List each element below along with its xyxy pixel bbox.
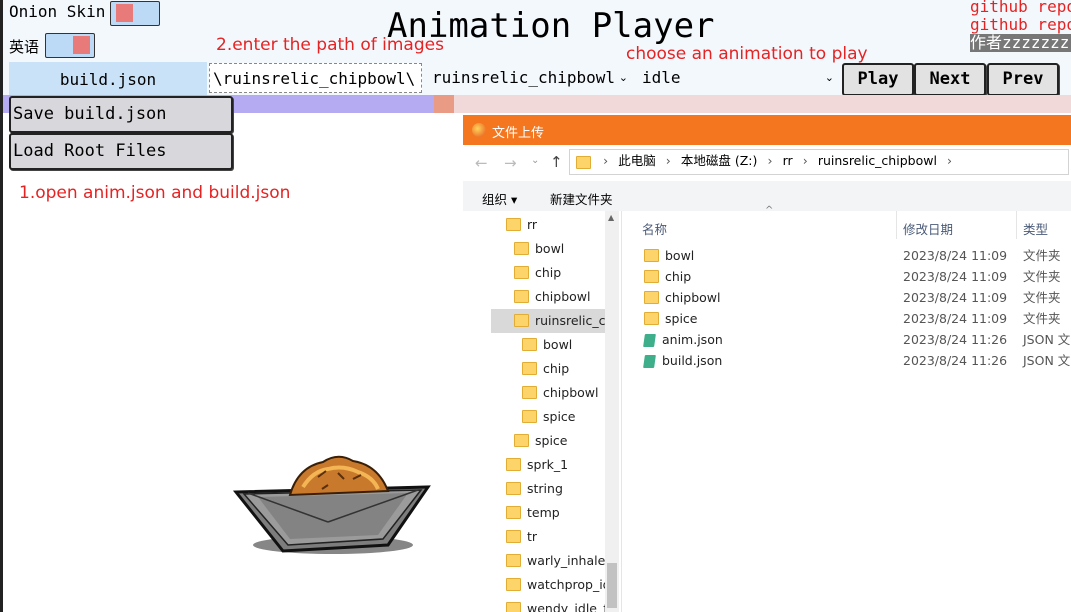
prev-button[interactable]: Prev xyxy=(987,63,1059,96)
chevron-right-icon: › xyxy=(603,153,609,168)
organize-button[interactable]: 组织 ▾ xyxy=(482,189,517,208)
dialog-titlebar: 文件上传 xyxy=(463,115,1071,145)
language-toggle[interactable] xyxy=(45,33,95,58)
github-link[interactable]: github repo xyxy=(970,16,1071,34)
chevron-right-icon: › xyxy=(947,153,953,168)
file-list: bowl 2023/8/24 11:09 文件夹 chip 2023/8/24 1… xyxy=(622,245,1071,385)
state-select-value: idle xyxy=(642,68,681,87)
animation-select-value: ruinsrelic_chipbowl xyxy=(432,68,616,87)
tree-item[interactable]: chipbowl xyxy=(522,381,598,405)
breadcrumb[interactable]: › 此电脑 › 本地磁盘 (Z:) › rr › ruinsrelic_chip… xyxy=(569,149,1069,175)
annotation-choose: choose an animation to play xyxy=(626,44,868,64)
dialog-title: 文件上传 xyxy=(492,126,545,141)
folder-icon xyxy=(506,482,521,495)
animation-select[interactable]: ruinsrelic_chipbowl ⌄ xyxy=(428,63,630,93)
column-name[interactable]: 名称 xyxy=(642,219,667,238)
tree-item[interactable]: string xyxy=(506,477,563,501)
folder-icon xyxy=(522,410,537,423)
recent-dropdown-icon[interactable]: ⌄ xyxy=(531,155,539,166)
scroll-up-icon[interactable]: ▲ xyxy=(608,213,614,222)
navigation-pane: rr bowl chip chipbowl ruinsrelic_ch bowl… xyxy=(463,211,619,612)
folder-icon xyxy=(514,242,529,255)
tree-item[interactable]: tr xyxy=(506,525,537,549)
chipbowl-sprite xyxy=(232,455,431,554)
chevron-down-icon: ⌄ xyxy=(618,71,628,84)
breadcrumb-item[interactable]: 此电脑 xyxy=(618,153,656,168)
folder-icon xyxy=(522,338,537,351)
onion-skin-toggle[interactable] xyxy=(110,1,160,26)
chevron-right-icon: › xyxy=(665,153,671,168)
back-arrow-icon[interactable]: ← xyxy=(475,154,488,172)
column-type[interactable]: 类型 xyxy=(1023,219,1048,238)
firefox-icon xyxy=(472,123,486,137)
column-divider xyxy=(1016,211,1017,239)
folder-icon xyxy=(522,362,537,375)
tree-item[interactable]: temp xyxy=(506,501,560,525)
folder-icon xyxy=(506,578,521,591)
tree-item[interactable]: rr xyxy=(506,213,537,237)
folder-icon xyxy=(576,155,591,169)
tree-item[interactable]: warly_inhale_f xyxy=(506,549,616,573)
toggle-knob xyxy=(73,36,90,54)
scroll-thumb[interactable] xyxy=(607,563,617,608)
github-box: github repo github repo 作者zzzzzzz xyxy=(970,0,1071,54)
new-folder-button[interactable]: 新建文件夹 xyxy=(550,189,613,208)
column-header-row: ^ 名称 修改日期 类型 xyxy=(622,205,1071,239)
state-select[interactable]: idle ⌄ xyxy=(636,63,838,93)
timeline-remaining[interactable] xyxy=(454,95,1071,113)
folder-icon xyxy=(514,290,529,303)
load-root-files-button[interactable]: Load Root Files xyxy=(9,133,233,170)
file-upload-dialog: 文件上传 ← → ⌄ ↑ › 此电脑 › 本地磁盘 (Z:) › rr › ru… xyxy=(463,115,1071,612)
breadcrumb-item[interactable]: 本地磁盘 (Z:) xyxy=(681,153,758,168)
folder-icon xyxy=(506,458,521,471)
tree-item-selected[interactable]: ruinsrelic_ch xyxy=(491,309,619,333)
onion-skin-label: Onion Skin xyxy=(9,2,106,21)
folder-icon xyxy=(506,554,521,567)
tree-item[interactable]: bowl xyxy=(514,237,564,261)
tree-item[interactable]: chip xyxy=(522,357,569,381)
tree-item[interactable]: wendy_idle_flo xyxy=(506,597,619,612)
next-button[interactable]: Next xyxy=(914,63,986,96)
chevron-right-icon: › xyxy=(802,153,808,168)
chevron-down-icon: ⌄ xyxy=(824,71,834,84)
column-divider xyxy=(896,211,897,239)
folder-icon xyxy=(514,314,529,327)
tree-item[interactable]: chip xyxy=(514,261,561,285)
breadcrumb-item[interactable]: rr xyxy=(783,153,793,168)
folder-icon xyxy=(522,386,537,399)
tree-item[interactable]: sprk_1 xyxy=(506,453,568,477)
folder-icon xyxy=(514,434,529,447)
tree-item[interactable]: spice xyxy=(514,429,567,453)
path-input[interactable]: \ruinsrelic_chipbowl\ xyxy=(209,63,422,93)
build-json-button[interactable]: build.json xyxy=(9,62,207,95)
tree-item[interactable]: bowl xyxy=(522,333,572,357)
tree-item[interactable]: spice xyxy=(522,405,575,429)
timeline-marker[interactable] xyxy=(434,95,454,113)
tree-item[interactable]: watchprop_id xyxy=(506,573,611,597)
breadcrumb-item[interactable]: ruinsrelic_chipbowl xyxy=(818,153,937,168)
folder-icon xyxy=(514,266,529,279)
folder-icon xyxy=(506,530,521,543)
tree-item[interactable]: chipbowl xyxy=(514,285,590,309)
save-build-button[interactable]: Save build.json xyxy=(9,96,233,133)
annotation-step2: 2.enter the path of images xyxy=(216,35,444,55)
folder-icon xyxy=(506,602,521,612)
folder-icon xyxy=(506,218,521,231)
chevron-right-icon: › xyxy=(767,153,773,168)
folder-icon xyxy=(506,506,521,519)
forward-arrow-icon[interactable]: → xyxy=(504,154,517,172)
sort-ascending-icon: ^ xyxy=(765,205,774,216)
annotation-step1: 1.open anim.json and build.json xyxy=(19,183,291,203)
play-button[interactable]: Play xyxy=(842,63,914,96)
language-label: 英语 xyxy=(9,38,40,56)
up-arrow-icon[interactable]: ↑ xyxy=(550,153,563,171)
author-label: 作者zzzzzzz xyxy=(970,33,1071,52)
toggle-knob xyxy=(116,4,133,22)
column-date[interactable]: 修改日期 xyxy=(903,219,953,238)
address-bar-row: ← → ⌄ ↑ › 此电脑 › 本地磁盘 (Z:) › rr › ruinsre… xyxy=(463,145,1071,181)
tree-scrollbar[interactable]: ▲ xyxy=(605,211,619,612)
github-link[interactable]: github repo xyxy=(970,0,1071,16)
